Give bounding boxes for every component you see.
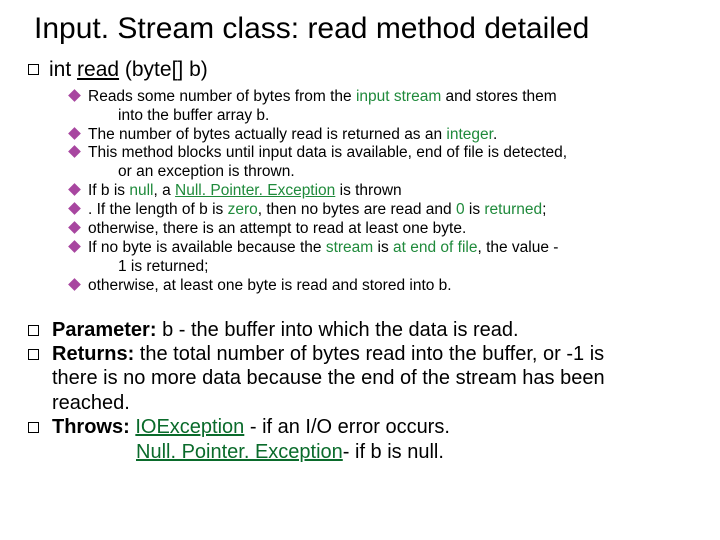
detail-list: Reads some number of bytes from the inpu… (70, 88, 692, 296)
throws-cont: Null. Pointer. Exception- if b is null. (28, 440, 692, 464)
diamond-icon (68, 183, 81, 196)
detail-cont: or an exception is thrown. (70, 163, 692, 182)
detail-item: If b is null, a Null. Pointer. Exception… (70, 182, 692, 201)
diamond-icon (68, 221, 81, 234)
detail-item: Reads some number of bytes from the inpu… (70, 88, 692, 107)
detail-cont: 1 is returned; (70, 258, 692, 277)
diamond-icon (68, 146, 81, 159)
diamond-icon (68, 127, 81, 140)
detail-item: This method blocks until input data is a… (70, 144, 692, 163)
detail-item: otherwise, there is an attempt to read a… (70, 220, 692, 239)
method-signature: int read (byte[] b) (28, 57, 692, 82)
diamond-icon (68, 278, 81, 291)
param-line: Parameter: b - the buffer into which the… (28, 318, 692, 342)
javadoc-list: Parameter: b - the buffer into which the… (28, 318, 692, 464)
method-params: (byte[] b) (119, 58, 208, 81)
diamond-icon (68, 240, 81, 253)
detail-item: . If the length of b is zero, then no by… (70, 201, 692, 220)
bullet-square-icon (28, 422, 39, 433)
detail-item: If no byte is available because the stre… (70, 239, 692, 258)
returns-cont: there is no more data because the end of… (28, 366, 692, 390)
detail-item: The number of bytes actually read is ret… (70, 126, 692, 145)
bullet-square-icon (28, 64, 39, 75)
returns-line: Returns: the total number of bytes read … (28, 342, 692, 366)
npe-link: Null. Pointer. Exception (136, 441, 343, 463)
return-type: int (49, 58, 77, 81)
slide: Input. Stream class: read method detaile… (0, 0, 720, 540)
ioexception-link: IOException (135, 416, 244, 438)
returns-cont: reached. (28, 391, 692, 415)
diamond-icon (68, 202, 81, 215)
bullet-square-icon (28, 349, 39, 360)
method-name: read (77, 58, 119, 81)
diamond-icon (68, 89, 81, 102)
slide-title: Input. Stream class: read method detaile… (34, 12, 692, 47)
detail-item: otherwise, at least one byte is read and… (70, 277, 692, 296)
detail-cont: into the buffer array b. (70, 107, 692, 126)
bullet-square-icon (28, 325, 39, 336)
throws-line: Throws: IOException - if an I/O error oc… (28, 415, 692, 439)
